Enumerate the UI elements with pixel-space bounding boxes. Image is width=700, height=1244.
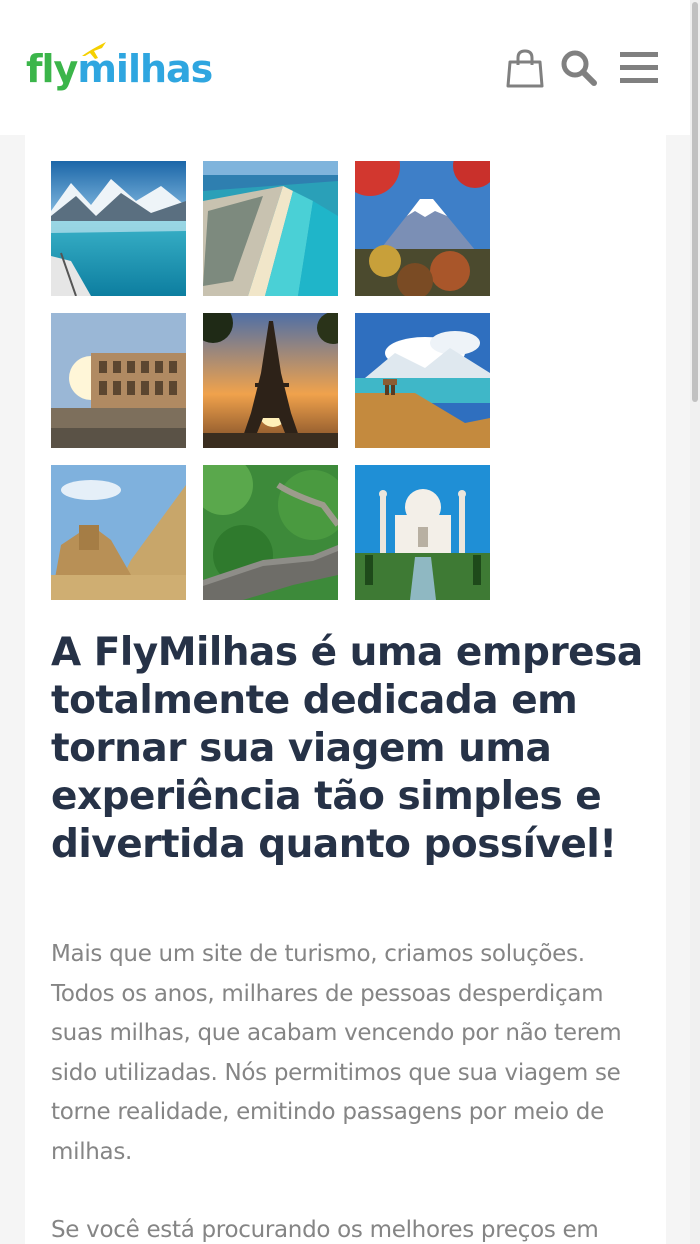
- menu-icon[interactable]: [618, 48, 660, 88]
- logo-text: flymilhas: [26, 44, 213, 94]
- mount-fuji-image[interactable]: [355, 161, 490, 296]
- scrollbar-thumb[interactable]: [692, 2, 698, 402]
- patagonia-lake-image[interactable]: [355, 313, 490, 448]
- page-headline: A FlyMilhas é uma empresa totalmente ded…: [51, 630, 643, 867]
- cancun-beach-image[interactable]: [203, 161, 338, 296]
- scrollbar[interactable]: [690, 0, 700, 1244]
- glacier-bay-image[interactable]: [51, 161, 186, 296]
- colosseum-image[interactable]: [51, 313, 186, 448]
- flymilhas-logo[interactable]: flymilhas: [26, 42, 226, 94]
- great-wall-image[interactable]: [203, 465, 338, 600]
- airplane-icon: [82, 42, 106, 59]
- logo-fly-text: fly: [26, 47, 78, 91]
- taj-mahal-image[interactable]: [355, 465, 490, 600]
- main-content: A FlyMilhas é uma empresa totalmente ded…: [25, 135, 666, 1244]
- search-icon[interactable]: [560, 48, 598, 88]
- second-paragraph: Se você está procurando os melhores preç…: [51, 1217, 599, 1243]
- intro-paragraph: Mais que um site de turismo, criamos sol…: [51, 941, 622, 1165]
- shopping-bag-icon[interactable]: [506, 48, 544, 88]
- site-header: flymilhas: [0, 0, 690, 135]
- sphinx-pyramids-image[interactable]: [51, 465, 186, 600]
- eiffel-tower-image[interactable]: [203, 313, 338, 448]
